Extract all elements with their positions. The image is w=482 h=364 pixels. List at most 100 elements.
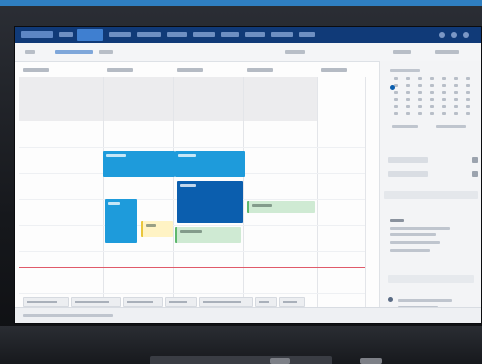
nav-item-active[interactable] [77,29,103,41]
nav-item[interactable] [221,32,239,37]
panel-detail-line [390,241,440,244]
bottom-tab[interactable] [123,297,163,307]
date-range-label[interactable] [55,50,93,54]
mini-calendar-day[interactable] [418,77,422,80]
calendar-week-grid [19,63,377,321]
day-header[interactable] [243,65,313,75]
mini-calendar-day[interactable] [406,98,410,101]
mini-calendar-day[interactable] [454,98,458,101]
calendar-event[interactable] [141,221,173,237]
mini-calendar-day[interactable] [430,98,434,101]
nav-item[interactable] [299,32,315,37]
mini-calendar-day[interactable] [418,105,422,108]
view-switch[interactable] [285,50,305,54]
calendar-event[interactable] [177,181,243,223]
calendar-event[interactable] [175,151,245,177]
mini-calendar-day[interactable] [430,77,434,80]
mini-calendar-day[interactable] [394,98,398,101]
mini-calendar-day[interactable] [442,91,446,94]
current-time-indicator [19,267,365,268]
mini-calendar-day[interactable] [442,84,446,87]
mini-calendar-day[interactable] [466,98,470,101]
mini-calendar-day[interactable] [454,112,458,115]
mini-calendar-day[interactable] [406,77,410,80]
calendar-event[interactable] [175,227,241,243]
panel-item[interactable] [388,171,428,177]
mini-calendar-day[interactable] [430,84,434,87]
all-day-area[interactable] [19,77,317,121]
mini-calendar-day[interactable] [466,112,470,115]
mini-calendar-day[interactable] [442,77,446,80]
mini-calendar-day[interactable] [454,77,458,80]
mini-calendar-day[interactable] [394,77,398,80]
bottom-tab[interactable] [255,297,277,307]
nav-item[interactable] [137,32,161,37]
mini-calendar-day[interactable] [442,105,446,108]
mini-calendar-day[interactable] [418,112,422,115]
panel-link[interactable] [436,125,466,128]
mini-calendar-day[interactable] [466,77,470,80]
mini-calendar-day[interactable] [442,112,446,115]
calendar-event[interactable] [103,151,175,177]
mini-calendar-day[interactable] [406,91,410,94]
mini-calendar-day[interactable] [430,112,434,115]
mini-calendar-day[interactable] [418,91,422,94]
status-text [23,314,113,317]
share-button[interactable] [393,50,411,54]
close-icon[interactable] [472,157,478,163]
panel-section-header[interactable] [384,191,478,199]
mini-calendar-day[interactable] [454,84,458,87]
mini-calendar-day[interactable] [454,105,458,108]
help-icon[interactable] [463,32,469,38]
mini-calendar-day[interactable] [430,91,434,94]
mini-calendar-day[interactable] [454,91,458,94]
bottom-tab[interactable] [165,297,197,307]
mini-month-calendar[interactable] [390,69,474,121]
settings-icon[interactable] [451,32,457,38]
bottom-tab[interactable] [199,297,253,307]
panel-link[interactable] [392,125,418,128]
today-button[interactable] [99,50,113,54]
bottom-tab[interactable] [279,297,305,307]
close-icon[interactable] [472,171,478,177]
notifications-icon[interactable] [439,32,445,38]
day-header[interactable] [19,65,89,75]
mini-calendar-day[interactable] [466,91,470,94]
hinge-highlight [270,358,290,364]
panel-input[interactable] [388,275,474,283]
day-header[interactable] [103,65,173,75]
mini-calendar-day[interactable] [406,84,410,87]
mini-calendar-day[interactable] [394,112,398,115]
nav-item[interactable] [59,32,73,37]
mini-calendar-day[interactable] [394,91,398,94]
mini-calendar-day[interactable] [406,112,410,115]
hour-line [19,225,365,226]
nav-item[interactable] [271,32,293,37]
print-button[interactable] [435,50,459,54]
mini-calendar-day[interactable] [418,98,422,101]
mini-calendar-day[interactable] [442,98,446,101]
hour-line [19,251,365,252]
bottom-tab[interactable] [71,297,121,307]
mini-calendar-day[interactable] [394,105,398,108]
nav-item[interactable] [245,32,265,37]
calendar-event[interactable] [105,199,137,243]
mini-calendar-day[interactable] [430,105,434,108]
panel-detail-line [390,249,430,252]
mini-calendar-day[interactable] [466,105,470,108]
nav-item[interactable] [193,32,215,37]
day-header[interactable] [173,65,243,75]
nav-item[interactable] [109,32,131,37]
mini-calendar-days[interactable] [390,77,474,121]
nav-item[interactable] [167,32,187,37]
day-header[interactable] [317,65,367,75]
mini-calendar-day[interactable] [406,105,410,108]
panel-item[interactable] [388,157,428,163]
new-button[interactable] [25,50,35,54]
mini-calendar-day[interactable] [466,84,470,87]
month-label [390,69,420,72]
calendar-event[interactable] [247,201,315,213]
mini-calendar-day[interactable] [418,84,422,87]
bottom-tab[interactable] [23,297,69,307]
bottom-tab-strip [15,295,481,307]
